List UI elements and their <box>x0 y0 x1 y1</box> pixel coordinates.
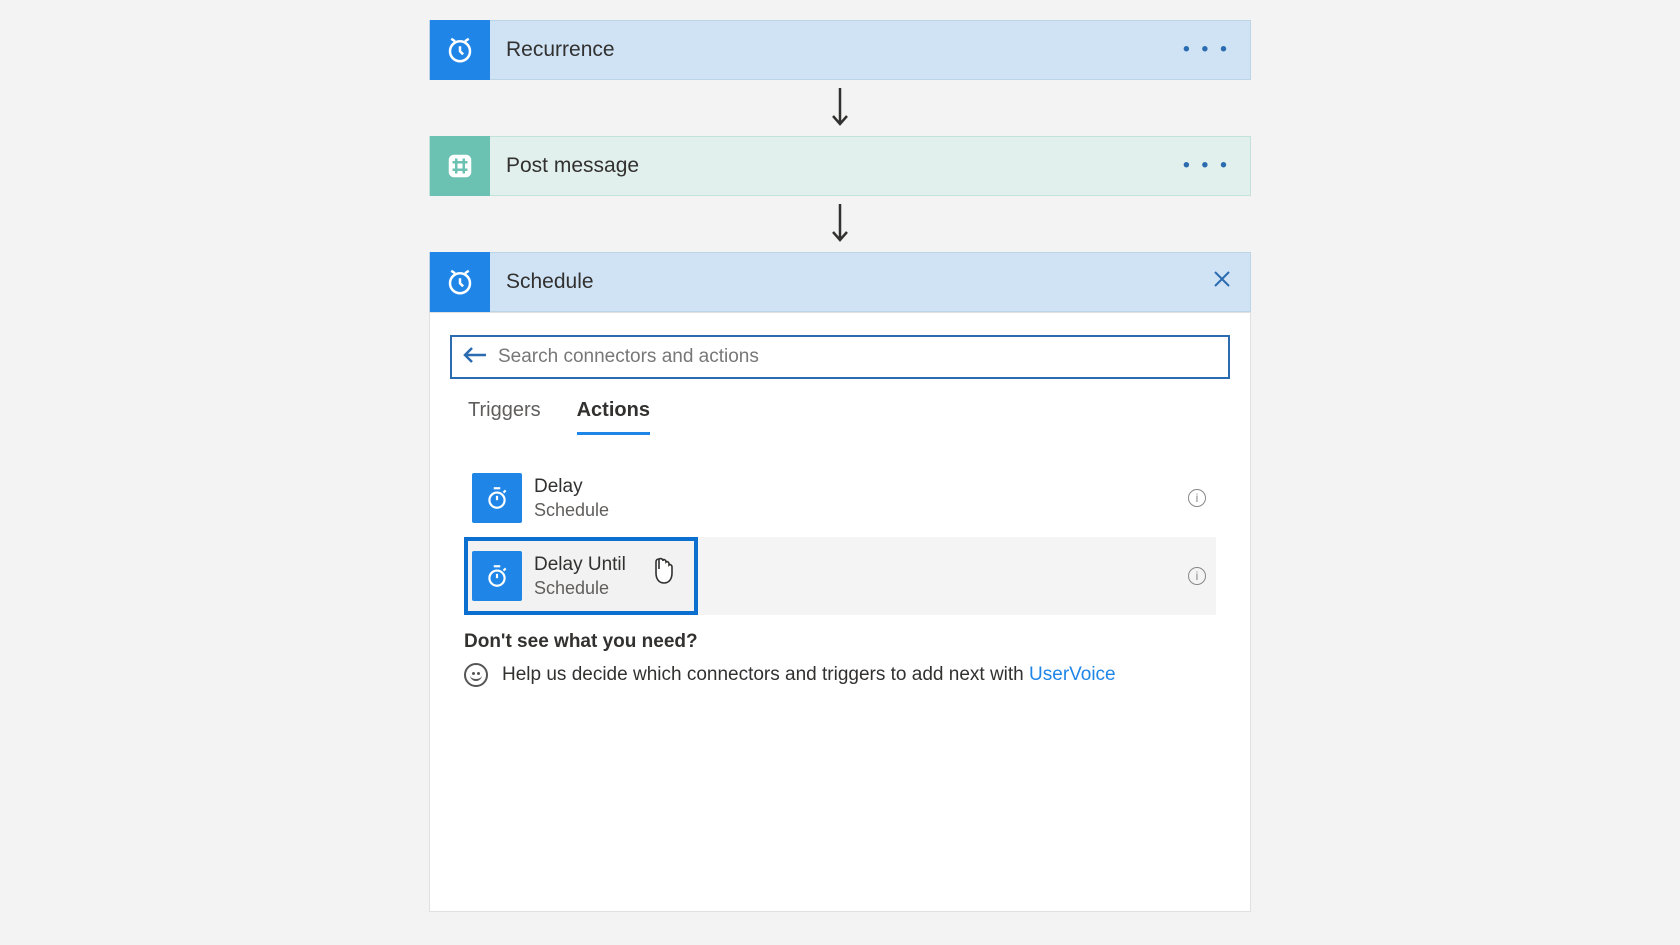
step-schedule-header: Schedule <box>429 252 1251 312</box>
tabs: Triggers Actions <box>450 379 1230 435</box>
action-title: Delay <box>534 476 609 498</box>
tab-actions[interactable]: Actions <box>577 399 650 435</box>
flow-canvas: Recurrence • • • Post message • • • Sche… <box>0 0 1680 945</box>
hash-icon <box>430 136 490 196</box>
uservoice-link[interactable]: UserVoice <box>1029 664 1116 685</box>
timer-icon <box>472 473 522 523</box>
help-title: Don't see what you need? <box>464 631 1216 653</box>
search-input[interactable] <box>498 346 1218 368</box>
flow-arrow <box>429 196 1251 252</box>
actions-list: Delay Schedule i Delay Until Schedule <box>450 459 1230 615</box>
clock-icon <box>430 252 490 312</box>
action-row-delay[interactable]: Delay Schedule i <box>464 459 1216 537</box>
help-text: Help us decide which connectors and trig… <box>502 664 1029 685</box>
action-row-delay-until[interactable]: Delay Until Schedule i <box>464 537 1216 615</box>
more-menu-button[interactable]: • • • <box>1183 155 1230 178</box>
flow-arrow <box>429 80 1251 136</box>
smiley-icon <box>464 663 488 687</box>
info-icon[interactable]: i <box>1188 489 1206 507</box>
info-icon[interactable]: i <box>1188 567 1206 585</box>
clock-icon <box>430 20 490 80</box>
more-menu-button[interactable]: • • • <box>1183 39 1230 62</box>
action-subtitle: Schedule <box>534 578 626 599</box>
action-subtitle: Schedule <box>534 500 609 521</box>
step-title: Recurrence <box>506 38 615 62</box>
step-post-message[interactable]: Post message • • • <box>429 136 1251 196</box>
help-block: Don't see what you need? Help us decide … <box>450 631 1230 687</box>
action-picker-panel: Triggers Actions Delay Schedule i <box>429 312 1251 912</box>
cursor-icon <box>652 557 674 590</box>
search-box[interactable] <box>450 335 1230 379</box>
back-arrow-icon[interactable] <box>462 345 488 370</box>
close-button[interactable] <box>1212 268 1232 296</box>
step-title: Post message <box>506 154 639 178</box>
step-title: Schedule <box>506 270 594 294</box>
tab-triggers[interactable]: Triggers <box>468 399 541 435</box>
timer-icon <box>472 551 522 601</box>
action-title: Delay Until <box>534 554 626 576</box>
step-recurrence[interactable]: Recurrence • • • <box>429 20 1251 80</box>
